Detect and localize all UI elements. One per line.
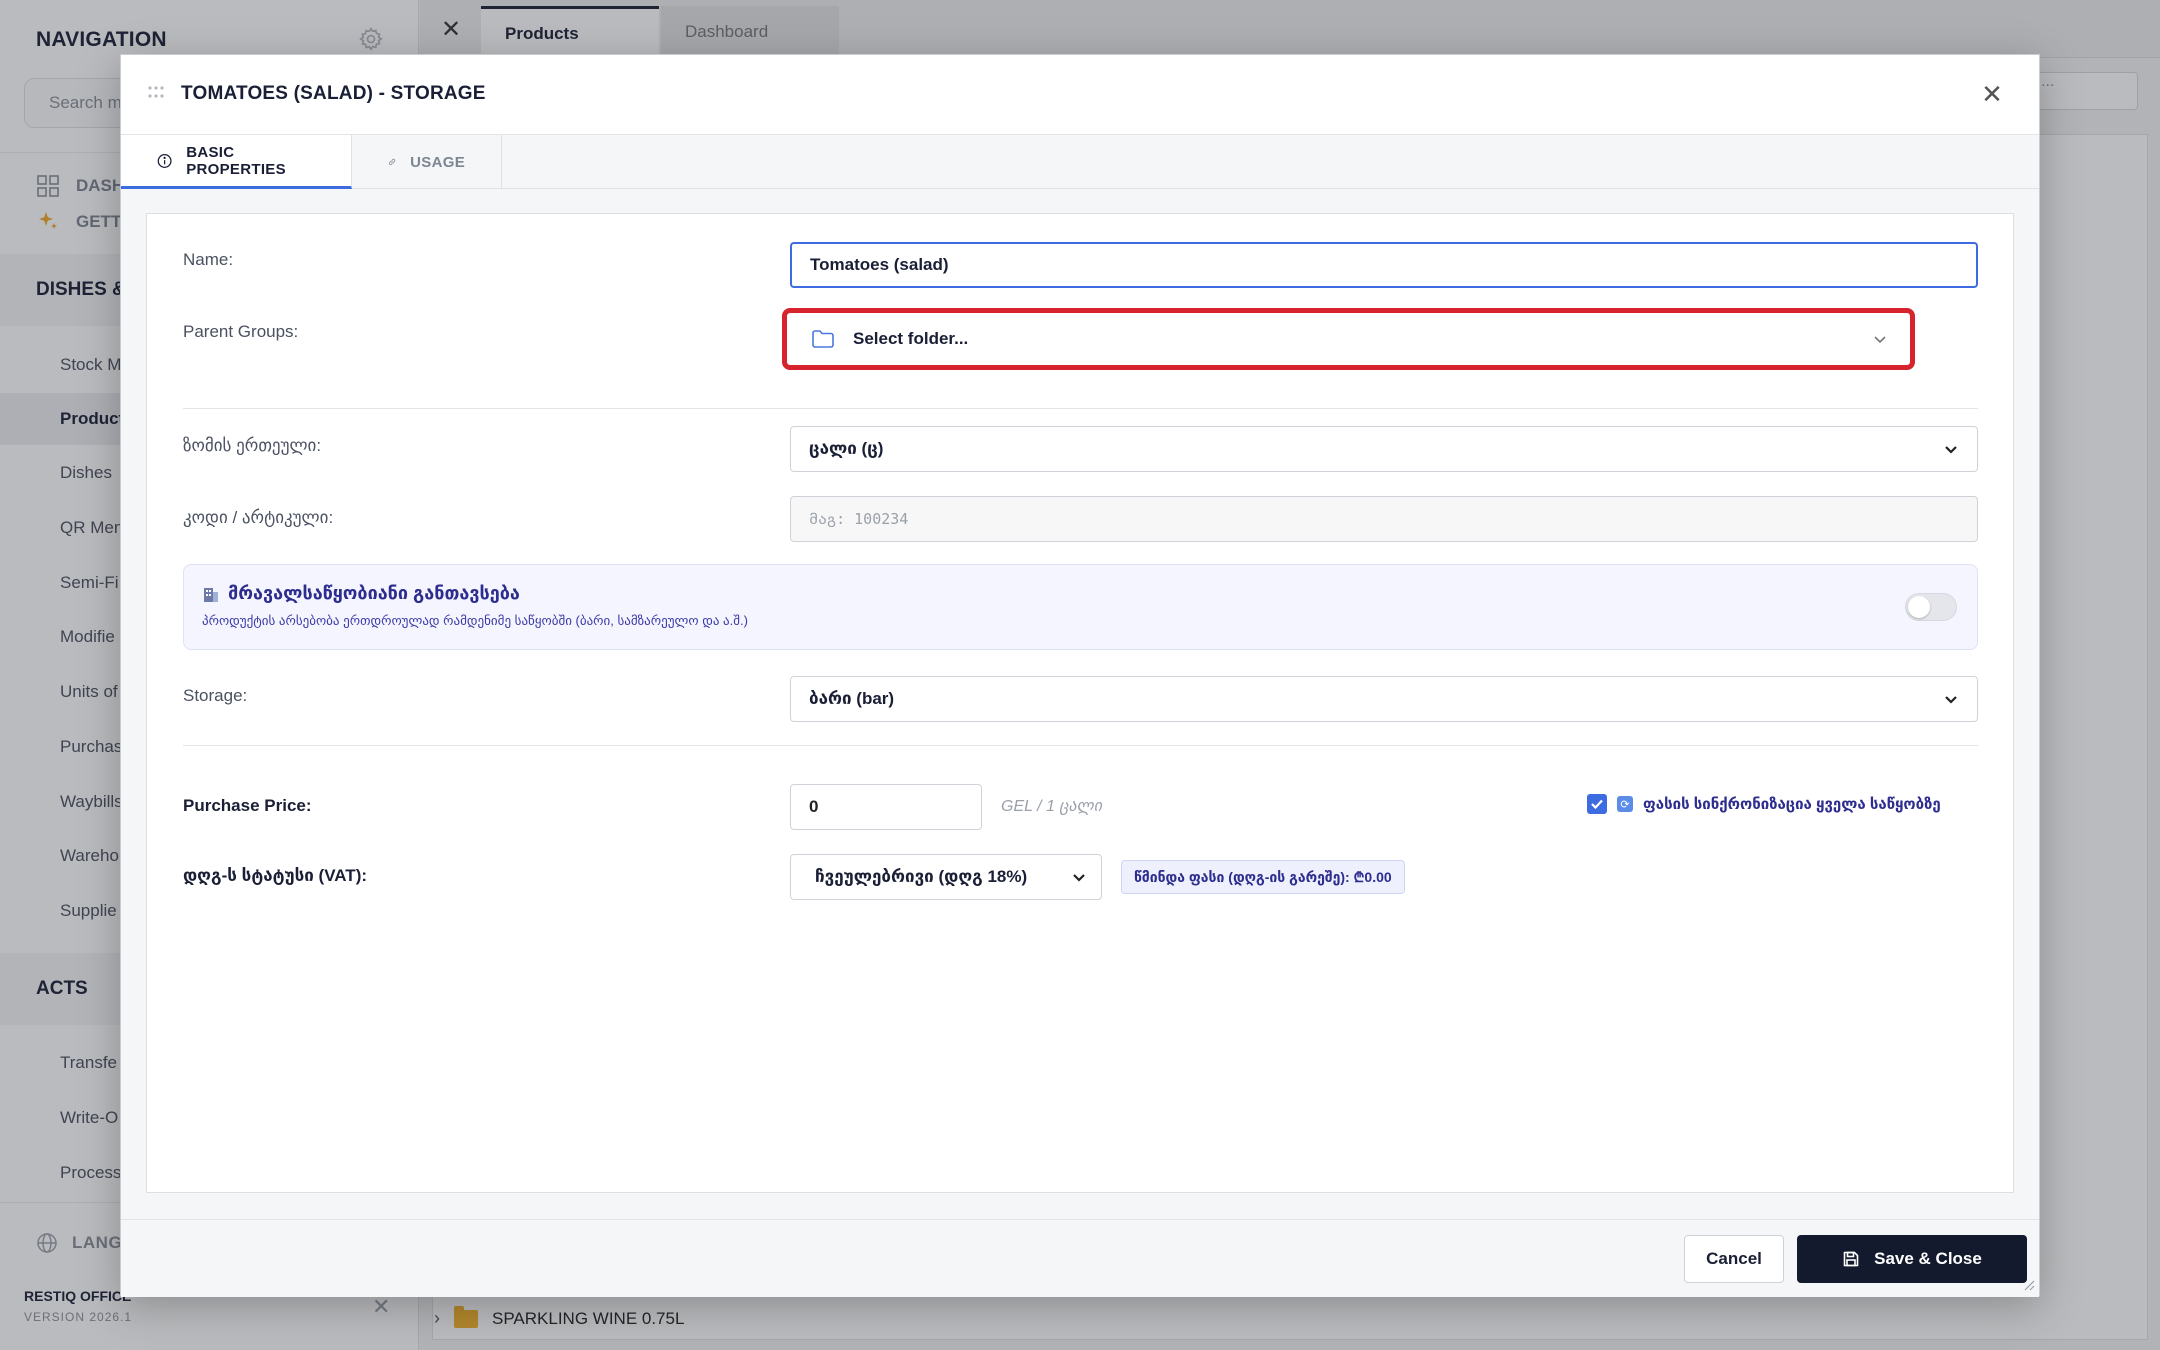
- price-sync-option[interactable]: ⟳ ფასის სინქრონიზაცია ყველა საწყობზე: [1587, 794, 1941, 814]
- tab-label: BASIC PROPERTIES: [186, 143, 286, 178]
- chevron-down-icon: [1874, 336, 1886, 344]
- save-close-button[interactable]: Save & Close: [1797, 1235, 2027, 1283]
- price-unit: GEL / 1 ცალი: [1001, 798, 1102, 815]
- multi-warehouse-panel: მრავალსაწყობიანი განთავსება პროდუქტის არ…: [183, 564, 1978, 650]
- name-label: Name:: [183, 250, 234, 269]
- checkmark-icon: [1591, 799, 1603, 810]
- dialog-title: TOMATOES (SALAD) - STORAGE: [181, 83, 486, 104]
- purchase-price-label: Purchase Price:: [183, 796, 312, 815]
- vat-label: დღგ-ს სტატუსი (VAT):: [183, 866, 368, 885]
- chevron-down-icon: [1945, 696, 1957, 704]
- storage-label: Storage:: [183, 686, 248, 705]
- drag-handle-icon[interactable]: [147, 85, 165, 99]
- chevron-down-icon: [1945, 446, 1957, 454]
- name-input[interactable]: Tomatoes (salad): [790, 242, 1978, 288]
- folder-icon: [812, 330, 834, 348]
- product-edit-dialog: TOMATOES (SALAD) - STORAGE ✕ BASIC PROPE…: [120, 54, 2040, 1297]
- dialog-tab-bar: BASIC PROPERTIES USAGE: [121, 135, 2039, 189]
- vat-value: ჩვეულებრივი (დღგ 18%): [815, 867, 1028, 886]
- close-icon[interactable]: ✕: [1977, 79, 2007, 109]
- divider: [183, 408, 1978, 409]
- info-icon: [157, 153, 172, 168]
- unit-value: ცალი (ც): [809, 439, 884, 458]
- vat-select[interactable]: ჩვეულებრივი (დღგ 18%): [790, 854, 1102, 900]
- tab-usage[interactable]: USAGE: [352, 135, 502, 189]
- save-close-label: Save & Close: [1874, 1249, 1982, 1268]
- code-label: კოდი / არტიკული:: [183, 508, 334, 527]
- basic-properties-form: Name: Tomatoes (salad) Parent Groups: Se…: [146, 213, 2014, 1193]
- divider: [183, 745, 1978, 746]
- building-icon: [204, 587, 218, 602]
- parent-folder-select[interactable]: Select folder...: [782, 308, 1915, 370]
- cancel-button[interactable]: Cancel: [1684, 1235, 1784, 1283]
- resize-grip-icon[interactable]: [2021, 1277, 2035, 1291]
- tab-basic-properties[interactable]: BASIC PROPERTIES: [121, 135, 352, 189]
- unit-select[interactable]: ცალი (ც): [790, 426, 1978, 472]
- chevron-down-icon: [1073, 874, 1085, 882]
- storage-value: ბარი (bar): [809, 689, 895, 708]
- multi-warehouse-heading: მრავალსაწყობიანი განთავსება: [228, 583, 520, 603]
- purchase-price-input[interactable]: 0: [790, 784, 982, 830]
- save-icon: [1843, 1251, 1859, 1267]
- dialog-header: TOMATOES (SALAD) - STORAGE ✕: [121, 55, 2039, 135]
- parent-groups-label: Parent Groups:: [183, 322, 299, 341]
- unit-label: ზომის ერთეული:: [183, 436, 322, 455]
- net-price-badge: წმინდა ფასი (დღგ-ის გარეშე): ₾0.00: [1121, 860, 1405, 894]
- price-sync-checkbox[interactable]: [1587, 794, 1607, 814]
- price-sync-label: ფასის სინქრონიზაცია ყველა საწყობზე: [1643, 796, 1941, 813]
- link-icon: [388, 158, 396, 166]
- dialog-footer: Cancel Save & Close: [121, 1219, 2039, 1297]
- multi-warehouse-title: მრავალსაწყობიანი განთავსება: [202, 583, 520, 604]
- multi-warehouse-description: პროდუქტის არსებობა ერთდროულად რამდენიმე …: [202, 613, 748, 628]
- multi-warehouse-toggle[interactable]: [1905, 593, 1957, 621]
- sync-icon: ⟳: [1617, 796, 1633, 812]
- tab-label: USAGE: [410, 153, 465, 171]
- code-input[interactable]: მაგ: 100234: [790, 496, 1978, 542]
- parent-folder-placeholder: Select folder...: [853, 329, 969, 348]
- toggle-knob: [1908, 596, 1930, 618]
- storage-select[interactable]: ბარი (bar): [790, 676, 1978, 722]
